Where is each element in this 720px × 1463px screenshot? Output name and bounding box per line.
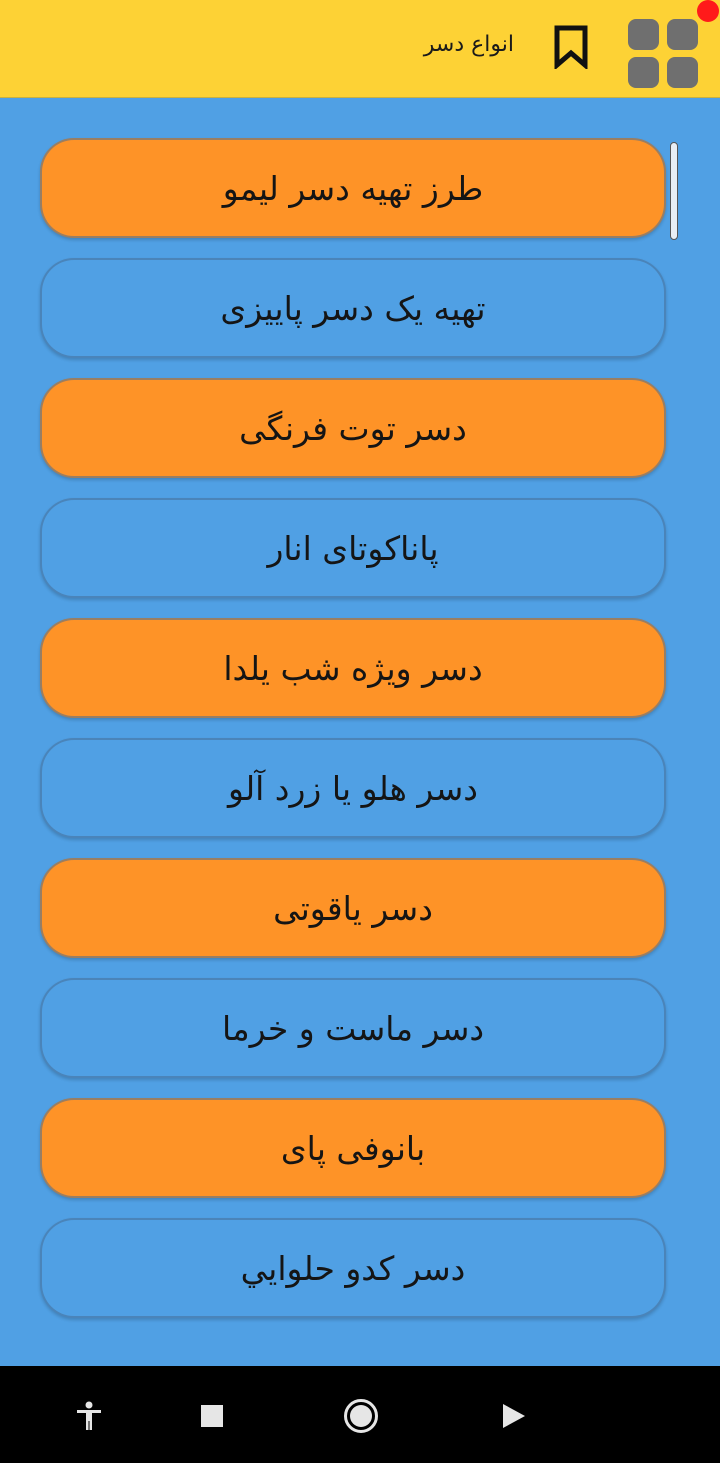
list-item[interactable]: دسر هلو یا زرد آلو: [40, 738, 666, 838]
list-item[interactable]: دسر ماست و خرما: [40, 978, 666, 1078]
notification-badge: [697, 0, 719, 22]
list-item[interactable]: بانوفی پای: [40, 1098, 666, 1198]
grid-menu-icon-cell: [667, 57, 698, 88]
list-item[interactable]: دسر ویژه شب یلدا: [40, 618, 666, 718]
recents-button[interactable]: [190, 1394, 234, 1438]
list-item[interactable]: دسر توت فرنگی: [40, 378, 666, 478]
bookmark-icon: [554, 25, 588, 69]
back-icon: [503, 1404, 525, 1428]
page-title: انواع دسر: [423, 32, 514, 57]
list-item[interactable]: تهیه یک دسر پاییزی: [40, 258, 666, 358]
home-icon: [344, 1399, 378, 1433]
app-bar: انواع دسر: [0, 0, 720, 98]
grid-menu-button[interactable]: [624, 14, 706, 94]
list-item[interactable]: دسر یاقوتی: [40, 858, 666, 958]
accessibility-button[interactable]: [67, 1394, 111, 1438]
home-button[interactable]: [339, 1394, 383, 1438]
grid-menu-icon-cell: [667, 19, 698, 50]
list-item[interactable]: طرز تهیه دسر لیمو: [40, 138, 666, 238]
dessert-list: طرز تهیه دسر لیمو تهیه یک دسر پاییزی دسر…: [40, 138, 666, 1338]
back-button[interactable]: [491, 1394, 535, 1438]
system-nav-bar: [0, 1366, 720, 1463]
list-item[interactable]: پاناکوتای انار: [40, 498, 666, 598]
grid-menu-icon: [628, 19, 659, 50]
grid-menu-icon-cell: [628, 57, 659, 88]
list-item[interactable]: دسر کدو حلوايي: [40, 1218, 666, 1318]
recents-icon: [201, 1405, 223, 1427]
accessibility-icon: [77, 1401, 101, 1430]
bookmark-button[interactable]: [546, 22, 596, 72]
scrollbar[interactable]: [670, 142, 678, 240]
